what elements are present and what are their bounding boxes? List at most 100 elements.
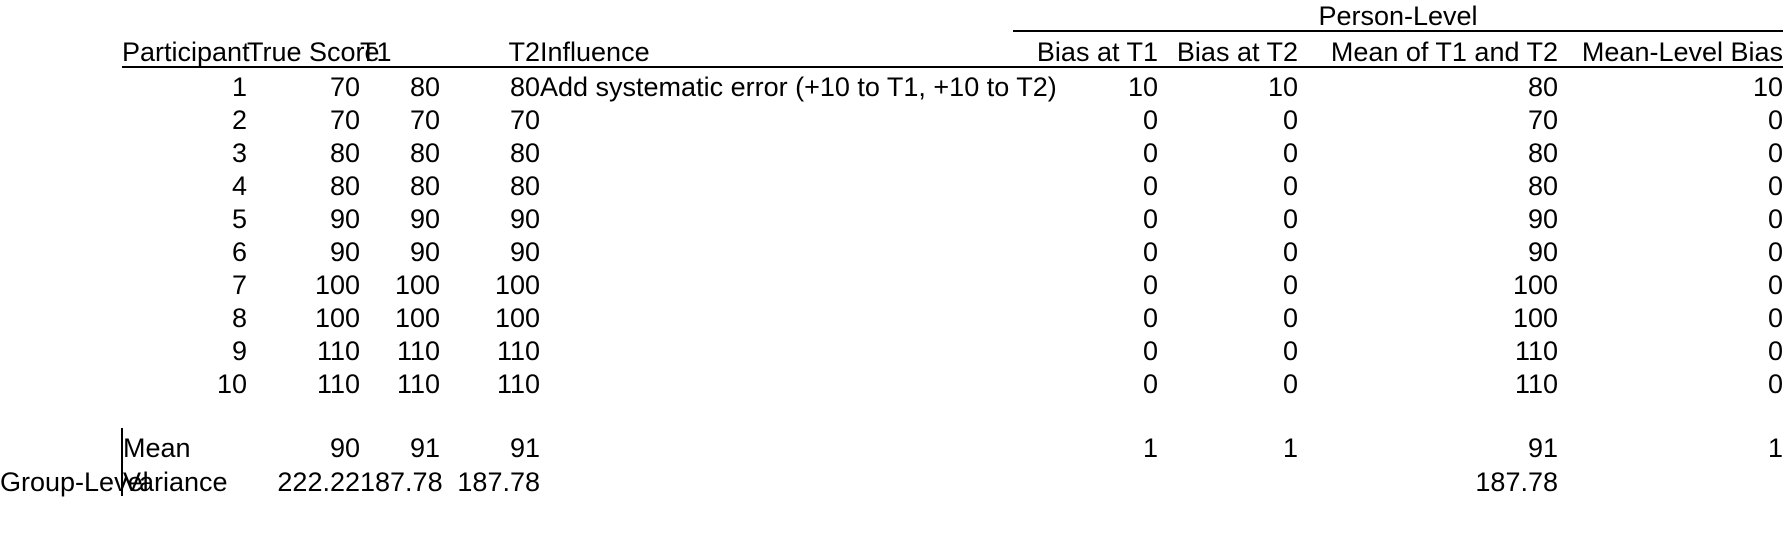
summary-true-score-mean: 90 — [329, 433, 360, 463]
header-participant: Participant — [122, 31, 250, 68]
cell-mean-of-t1-and-t2: 90 — [1527, 237, 1558, 267]
cell-t1: 80 — [409, 138, 440, 168]
separator-row — [0, 398, 1783, 428]
table-row: 8 100 100 100 0 0 100 0 — [0, 299, 1783, 332]
row-group-pad — [0, 332, 122, 365]
spanner-pad-group — [0, 0, 122, 31]
row-group-pad — [0, 266, 122, 299]
cell-bias-at-t2: 0 — [1282, 204, 1298, 234]
spanner-pad-truescore — [247, 0, 360, 31]
cell-true-score: 80 — [329, 171, 360, 201]
table-row: 10 110 110 110 0 0 110 0 — [0, 365, 1783, 398]
row-group-pad — [0, 101, 122, 134]
cell-bias-at-t2: 0 — [1282, 303, 1298, 333]
cell-bias-at-t2: 0 — [1282, 171, 1298, 201]
cell-true-score: 100 — [314, 270, 360, 300]
cell-participant: 4 — [231, 171, 247, 201]
cell-t2: 110 — [496, 336, 540, 366]
cell-mean-level-bias: 0 — [1768, 237, 1783, 267]
cell-true-score: 100 — [314, 303, 360, 333]
cell-true-score: 90 — [329, 237, 360, 267]
separator-cell — [440, 398, 540, 428]
summary-bias-at-t1-variance — [1013, 462, 1158, 496]
separator-cell — [247, 398, 360, 428]
cell-mean-of-t1-and-t2: 70 — [1527, 105, 1558, 135]
bias-simulation-table: Person-Level Participant True Score T1 T… — [0, 0, 1783, 496]
header-t2: T2 — [440, 31, 540, 68]
cell-influence — [540, 365, 1013, 398]
summary-bias-at-t2-variance — [1158, 462, 1298, 496]
cell-influence — [540, 134, 1013, 167]
cell-mean-of-t1-and-t2: 80 — [1527, 72, 1558, 102]
cell-bias-at-t1: 0 — [1142, 171, 1158, 201]
cell-bias-at-t1: 0 — [1142, 138, 1158, 168]
cell-mean-of-t1-and-t2: 80 — [1527, 138, 1558, 168]
cell-bias-at-t2: 0 — [1282, 336, 1298, 366]
header-influence: Influence — [540, 31, 1013, 68]
cell-participant: 6 — [231, 237, 247, 267]
row-group-pad — [0, 67, 122, 101]
cell-t1: 100 — [394, 270, 440, 300]
spanner-pad-participant — [122, 0, 247, 31]
summary-label-mean: Mean — [121, 428, 247, 462]
cell-mean-level-bias: 0 — [1768, 270, 1783, 300]
cell-bias-at-t2: 0 — [1282, 369, 1298, 399]
cell-participant: 2 — [231, 105, 247, 135]
cell-mean-of-t1-and-t2: 100 — [1512, 270, 1558, 300]
cell-mean-of-t1-and-t2: 90 — [1527, 204, 1558, 234]
separator-cell — [0, 398, 122, 428]
cell-t1: 90 — [409, 204, 440, 234]
cell-t2: 70 — [509, 105, 540, 135]
summary-row-variance: Variance 222.22 187.78 187.78 187.78 — [0, 462, 1783, 496]
spanner-pad-influence — [540, 0, 1013, 31]
cell-influence — [540, 299, 1013, 332]
row-group-pad — [0, 365, 122, 398]
cell-mean-of-t1-and-t2: 110 — [1514, 336, 1558, 366]
row-group-pad — [0, 134, 122, 167]
cell-true-score: 70 — [329, 72, 360, 102]
table-row: 1 70 80 80 Add systematic error (+10 to … — [0, 67, 1783, 101]
cell-t2: 90 — [509, 204, 540, 234]
cell-bias-at-t1: 0 — [1142, 303, 1158, 333]
cell-t1: 110 — [396, 336, 440, 366]
cell-bias-at-t1: 0 — [1142, 105, 1158, 135]
cell-participant: 10 — [216, 369, 247, 399]
separator-cell — [1158, 398, 1298, 428]
cell-t2: 110 — [496, 369, 540, 399]
summary-mean-level-bias-mean: 1 — [1768, 433, 1783, 463]
table-row: 6 90 90 90 0 0 90 0 — [0, 233, 1783, 266]
header-bias-at-t1: Bias at T1 — [1013, 31, 1158, 68]
table-sheet: Person-Level Participant True Score T1 T… — [0, 0, 1783, 558]
summary-t1-mean: 91 — [409, 433, 440, 463]
cell-t1: 100 — [394, 303, 440, 333]
summary-bias-at-t2-mean: 1 — [1282, 433, 1298, 463]
cell-participant: 9 — [231, 336, 247, 366]
cell-true-score: 70 — [329, 105, 360, 135]
cell-t2: 100 — [494, 270, 540, 300]
spanner-person-level: Person-Level — [1013, 0, 1783, 32]
table-row: 7 100 100 100 0 0 100 0 — [0, 266, 1783, 299]
cell-t2: 90 — [509, 237, 540, 267]
separator-cell — [1298, 398, 1558, 428]
summary-true-score-variance: 222.22 — [277, 467, 360, 497]
table-row: 9 110 110 110 0 0 110 0 — [0, 332, 1783, 365]
cell-t1: 90 — [409, 237, 440, 267]
cell-bias-at-t1: 0 — [1142, 369, 1158, 399]
separator-cell — [540, 398, 1013, 428]
cell-mean-of-t1-and-t2: 80 — [1527, 171, 1558, 201]
cell-mean-level-bias: 0 — [1768, 303, 1783, 333]
separator-cell — [360, 398, 440, 428]
cell-mean-of-t1-and-t2: 110 — [1514, 369, 1558, 399]
cell-t2: 80 — [509, 171, 540, 201]
row-group-pad — [0, 167, 122, 200]
summary-influence-mean — [540, 428, 1013, 462]
cell-participant: 3 — [231, 138, 247, 168]
summary-t1-variance: 187.78 — [360, 467, 443, 497]
cell-t2: 80 — [509, 138, 540, 168]
cell-mean-level-bias: 10 — [1752, 72, 1783, 102]
cell-influence — [540, 266, 1013, 299]
header-mean-level-bias: Mean-Level Bias — [1558, 31, 1783, 68]
summary-mean-of-t1-and-t2-mean: 91 — [1527, 433, 1558, 463]
cell-bias-at-t2: 0 — [1282, 138, 1298, 168]
cell-bias-at-t1: 0 — [1142, 270, 1158, 300]
